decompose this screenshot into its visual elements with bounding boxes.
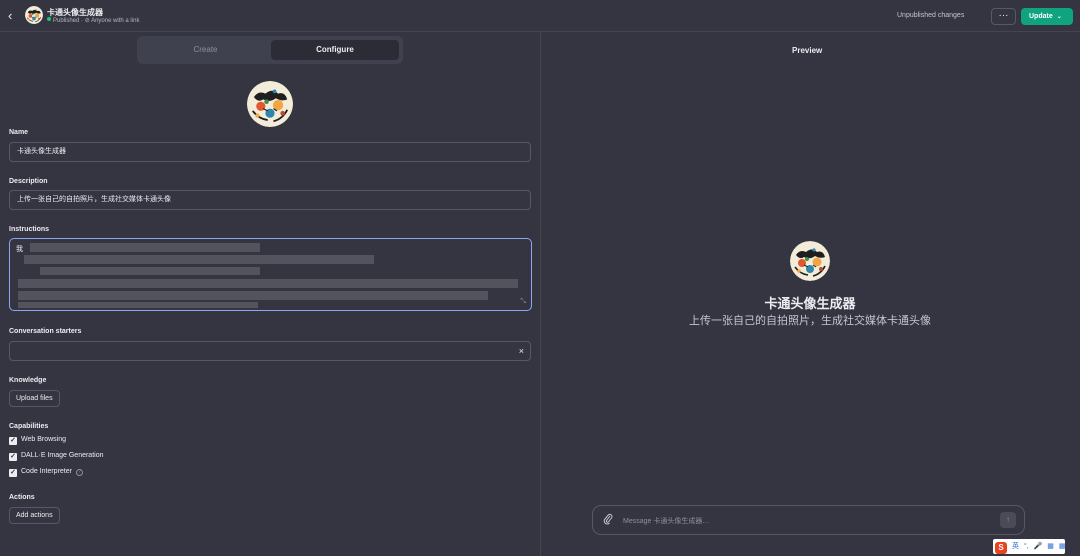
redacted-text: [18, 291, 488, 300]
capabilities-label: Capabilities: [9, 423, 49, 430]
ime-toolbar: S 英 °, 🎤 ▦ ▦: [993, 539, 1065, 554]
chevron-down-icon: ⌄: [1056, 14, 1062, 20]
upload-files-button[interactable]: Upload files: [9, 390, 60, 407]
mode-tabs: Create Configure: [137, 36, 403, 64]
checkbox-checked-icon[interactable]: ✓: [9, 437, 17, 445]
knowledge-label: Knowledge: [9, 377, 47, 384]
gpt-avatar-small: [25, 6, 43, 24]
message-input[interactable]: Message 卡通头像生成器… ↑: [592, 505, 1025, 535]
conversation-starters-label: Conversation starters: [9, 328, 82, 335]
checkbox-checked-icon[interactable]: ✓: [9, 469, 17, 477]
top-bar: ‹ 卡通头像生成器 Published · ⊘ Anyone with a li…: [0, 0, 1080, 32]
redacted-text: [30, 243, 260, 252]
preview-avatar: [790, 241, 830, 281]
resize-handle-icon[interactable]: ⤡: [520, 298, 526, 306]
capability-code-interpreter[interactable]: ✓ Code Interpreter?: [9, 468, 83, 478]
name-label: Name: [9, 129, 29, 136]
gpt-avatar-editable[interactable]: [247, 81, 293, 127]
chevron-left-icon[interactable]: ‹: [8, 9, 20, 23]
message-placeholder: Message 卡通头像生成器…: [623, 518, 710, 525]
instructions-text: 我: [16, 246, 23, 253]
unpublished-changes-label: Unpublished changes: [897, 12, 965, 19]
gpt-meta: Published · ⊘ Anyone with a link: [47, 17, 139, 24]
link-icon: ⊘: [84, 18, 90, 24]
capability-label: DALL·E Image Generation: [21, 452, 104, 459]
update-button[interactable]: Update ⌄: [1021, 8, 1073, 25]
info-icon[interactable]: ?: [75, 469, 83, 476]
more-options-button[interactable]: ···: [991, 8, 1016, 25]
preview-gpt-description: 上传一张自己的自拍照片，生成社交媒体卡通头像: [689, 315, 931, 327]
close-icon[interactable]: ×: [519, 342, 524, 360]
actions-label: Actions: [9, 494, 35, 501]
description-field[interactable]: 上传一张自己的自拍照片，生成社交媒体卡通头像: [9, 190, 531, 210]
tab-create[interactable]: Create: [141, 40, 270, 60]
conversation-starter-field[interactable]: ×: [9, 341, 531, 361]
instructions-label: Instructions: [9, 226, 50, 233]
instructions-field[interactable]: 我 ⤡: [9, 238, 532, 311]
ime-punct-toggle[interactable]: °,: [1024, 539, 1029, 554]
microphone-icon[interactable]: 🎤: [1034, 539, 1043, 554]
status-label: Published: [53, 18, 80, 24]
tab-configure[interactable]: Configure: [271, 40, 399, 60]
capability-label: Web Browsing: [21, 436, 67, 443]
capability-web-browsing[interactable]: ✓ Web Browsing: [9, 436, 66, 446]
description-label: Description: [9, 178, 48, 185]
visibility-label: Anyone with a link: [91, 18, 140, 24]
add-actions-button[interactable]: Add actions: [9, 507, 60, 524]
name-field[interactable]: 卡通头像生成器: [9, 142, 531, 162]
update-label: Update: [1029, 13, 1053, 20]
redacted-text: [40, 267, 260, 275]
paperclip-icon[interactable]: [603, 513, 613, 528]
preview-gpt-name: 卡通头像生成器: [764, 296, 856, 311]
checkbox-checked-icon[interactable]: ✓: [9, 453, 17, 461]
grid-icon[interactable]: ▦: [1059, 539, 1066, 554]
capability-dalle[interactable]: ✓ DALL·E Image Generation: [9, 452, 104, 462]
keyboard-icon[interactable]: ▦: [1047, 539, 1054, 554]
capability-label: Code Interpreter: [21, 468, 72, 475]
redacted-text: [24, 255, 374, 264]
redacted-text: [18, 279, 518, 288]
status-dot: [47, 17, 51, 21]
ime-logo[interactable]: S: [995, 542, 1007, 554]
preview-title: Preview: [792, 46, 823, 55]
arrow-up-icon[interactable]: ↑: [1000, 512, 1016, 528]
redacted-text: [18, 302, 258, 308]
ime-lang-toggle[interactable]: 英: [1012, 539, 1019, 554]
